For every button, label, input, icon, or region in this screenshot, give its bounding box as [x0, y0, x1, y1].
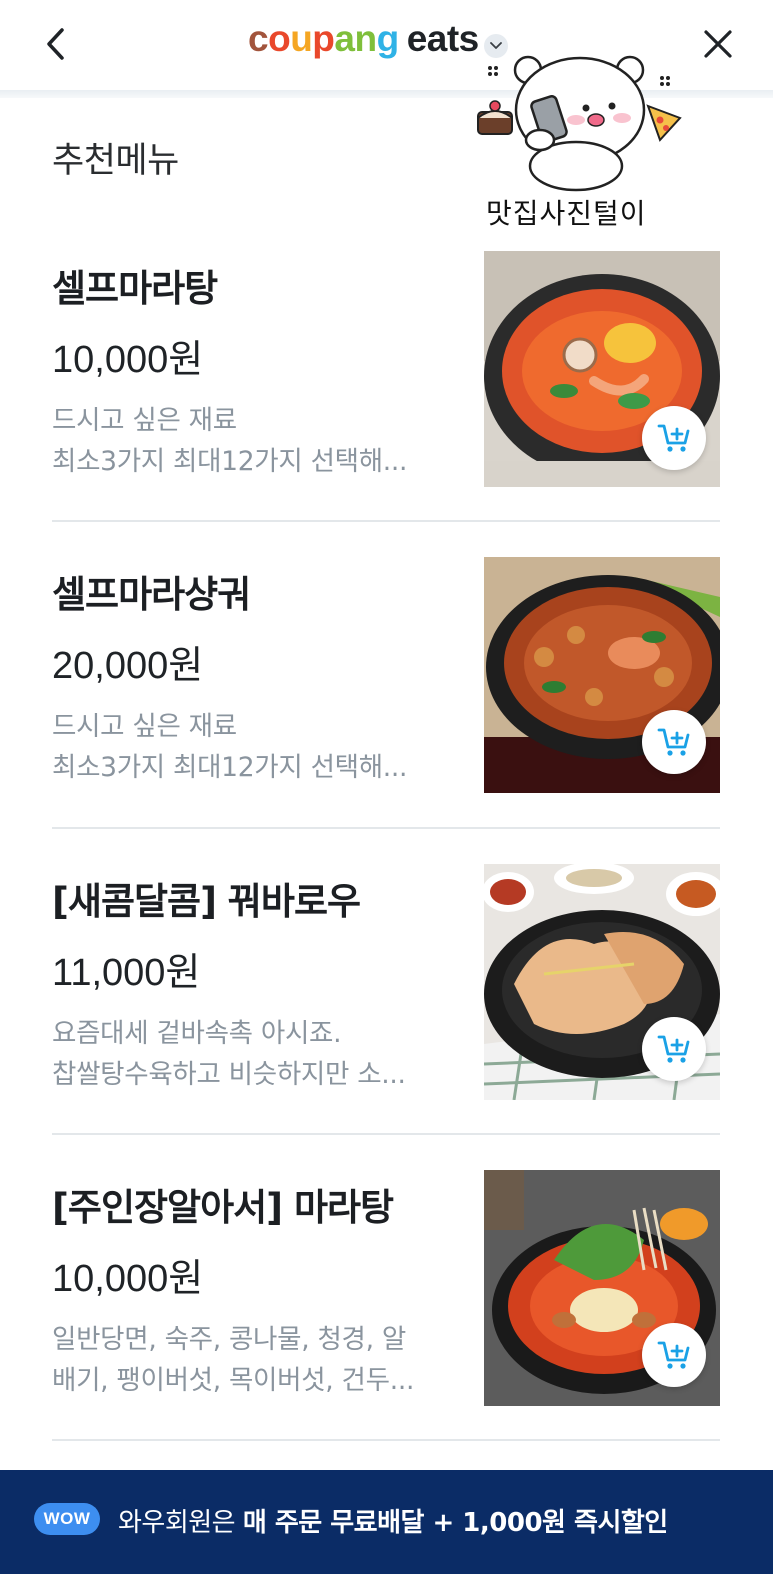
- add-to-cart-button[interactable]: [642, 406, 706, 470]
- cake-icon: [477, 100, 513, 135]
- menu-divider: [52, 1133, 720, 1135]
- menu-item-price: 10,000원: [52, 339, 204, 381]
- menu-item-description: 드시고 싶은 재료 최소3가지 최대12가지 선택해...: [52, 405, 408, 477]
- menu-item[interactable]: [새콤달콤] 꿔바로우 11,000원 요즘대세 겉바속촉 아시죠. 찹쌀탕수육…: [52, 864, 720, 1101]
- close-button[interactable]: [698, 24, 738, 64]
- menu-item[interactable]: [주인장알아서] 마라탕 10,000원 일반당면, 숙주, 콩나물, 청경, …: [52, 1170, 720, 1407]
- add-to-cart-icon: [657, 1341, 690, 1369]
- pizza-icon: [646, 104, 682, 142]
- menu-item-description: 드시고 싶은 재료 최소3가지 최대12가지 선택해...: [52, 711, 408, 783]
- menu-divider: [52, 827, 720, 829]
- menu-item-name: [주인장알아서] 마라탕: [52, 1186, 394, 1229]
- menu-divider: [52, 1439, 720, 1441]
- back-button[interactable]: [36, 24, 76, 64]
- menu-item-name: 셀프마라탕: [52, 267, 218, 310]
- add-to-cart-icon: [657, 424, 690, 452]
- menu-item-description: 요즘대세 겉바속촉 아시죠. 찹쌀탕수육하고 비슷하지만 소...: [52, 1018, 406, 1090]
- menu-item[interactable]: 셀프마라샹궈 20,000원 드시고 싶은 재료 최소3가지 최대12가지 선택…: [52, 557, 720, 794]
- menu-item-name: [새콤달콤] 꿔바로우: [52, 880, 361, 923]
- menu-item-description: 일반당면, 숙주, 콩나물, 청경, 알 배기, 팽이버섯, 목이버섯, 건두.…: [52, 1324, 415, 1396]
- coupang-eats-logo: c o u p a n g eats: [248, 18, 479, 59]
- close-icon: [704, 30, 732, 58]
- add-to-cart-button[interactable]: [642, 1323, 706, 1387]
- menu-item-price: 20,000원: [52, 645, 204, 687]
- bear-character: [513, 55, 646, 192]
- section-title: 추천메뉴: [52, 141, 179, 181]
- chevron-left-icon: [47, 28, 64, 60]
- wow-badge: WOW: [34, 1503, 100, 1535]
- menu-item-name: 셀프마라샹궈: [52, 573, 251, 616]
- sticker-caption: 맛집사진털이: [486, 197, 647, 230]
- menu-item-price: 11,000원: [52, 952, 201, 994]
- menu-item-price: 10,000원: [52, 1258, 204, 1300]
- add-to-cart-button[interactable]: [642, 1017, 706, 1081]
- add-to-cart-icon: [657, 728, 690, 756]
- add-to-cart-button[interactable]: [642, 710, 706, 774]
- menu-item[interactable]: 셀프마라탕 10,000원 드시고 싶은 재료 최소3가지 최대12가지 선택해…: [52, 251, 720, 488]
- menu-divider: [52, 520, 720, 522]
- wow-banner-text: 와우회원은 매 주문 무료배달 + 1,000원 즉시할인: [118, 1508, 668, 1538]
- add-to-cart-icon: [657, 1035, 690, 1063]
